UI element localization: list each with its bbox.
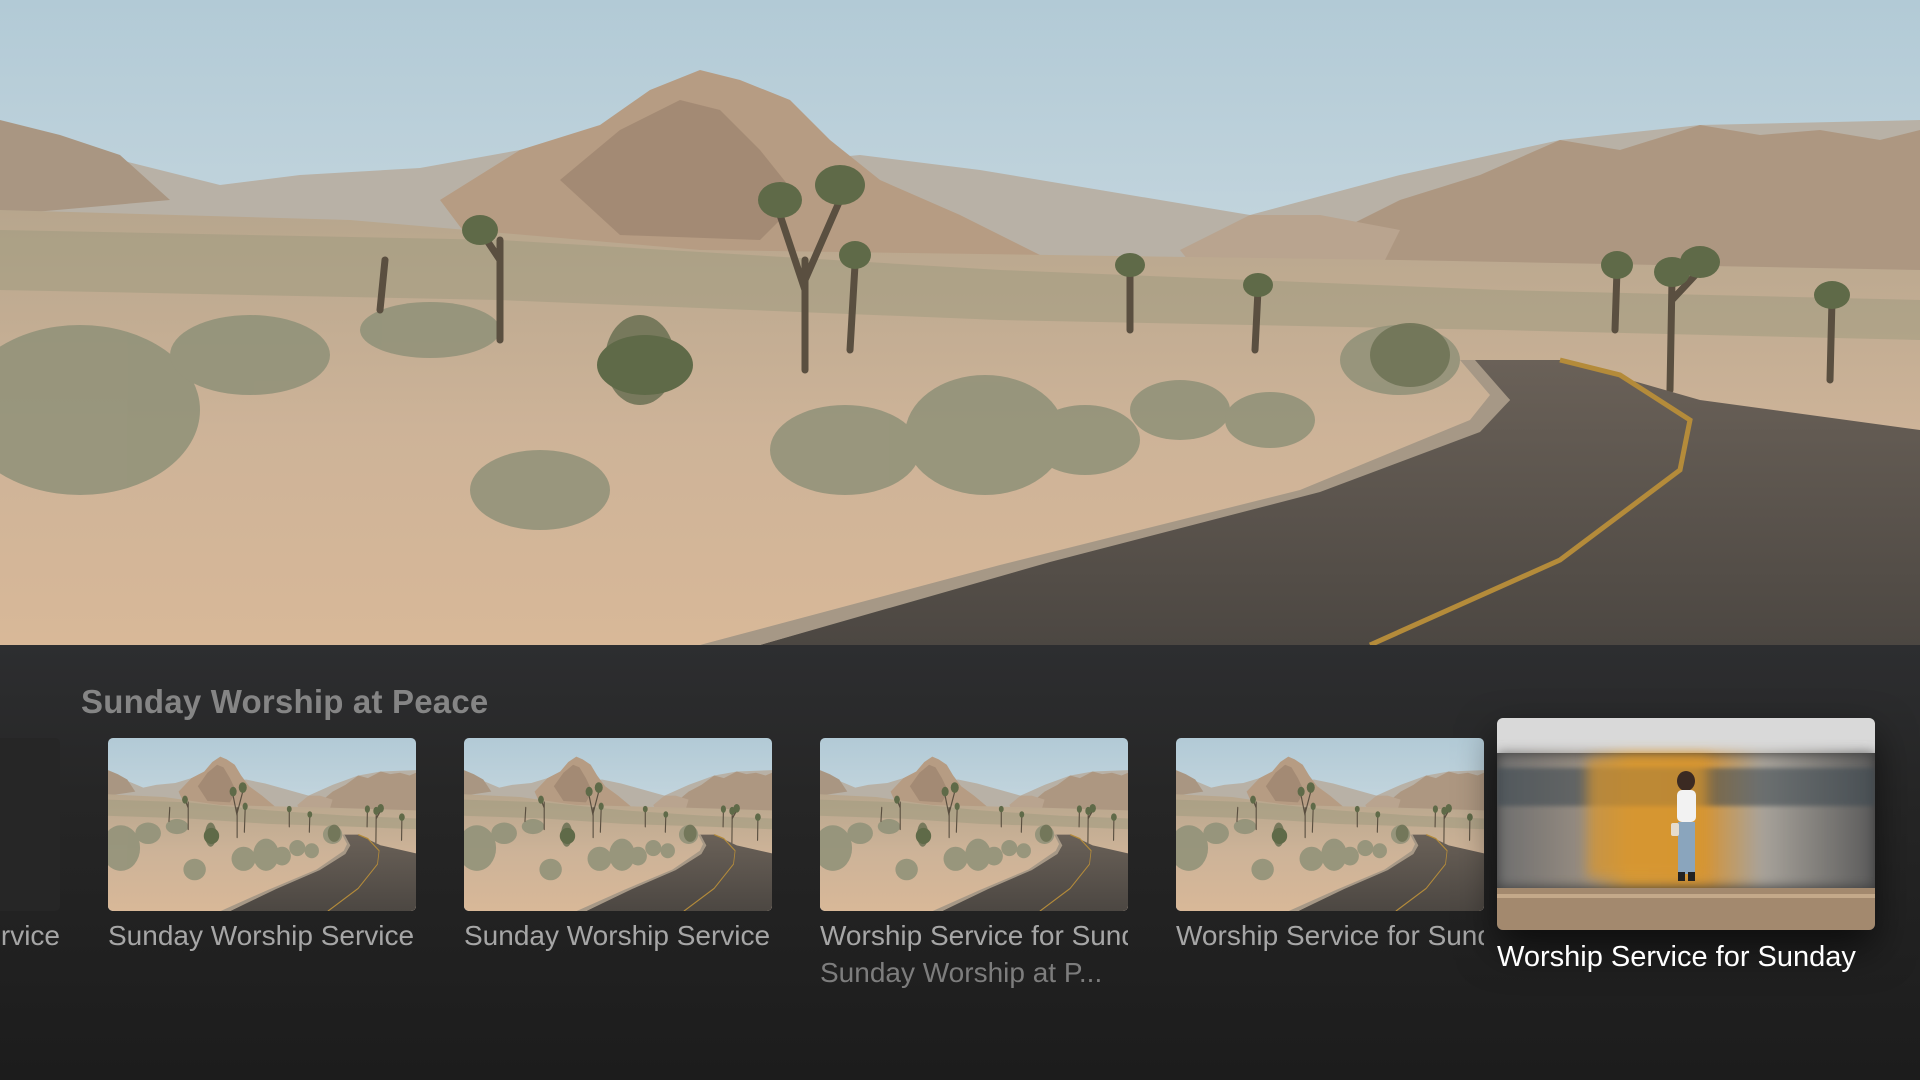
video-thumbnail bbox=[1176, 738, 1484, 911]
video-thumbnail bbox=[108, 738, 416, 911]
video-card-partial[interactable]: Sunday Worship Service bbox=[0, 738, 60, 954]
video-title: Worship Service for Sunday bbox=[820, 920, 1128, 951]
video-title: Sunday Worship Service bbox=[464, 920, 771, 951]
video-card[interactable]: Sunday Worship Service bbox=[108, 738, 416, 954]
video-card[interactable]: Worship Service for Sunday Sunday Worshi… bbox=[820, 738, 1128, 991]
video-subtitle: Sunday Worship at P... bbox=[820, 957, 1103, 988]
video-title: Worship Service for Sunday bbox=[1176, 920, 1484, 951]
video-title: Sunday Worship Service bbox=[108, 920, 415, 951]
video-title: Sunday Worship Service bbox=[0, 920, 60, 951]
content-shelf: Sunday Worship at Peace Sunday Worship S… bbox=[0, 645, 1920, 1080]
hero-image bbox=[0, 0, 1920, 645]
video-thumbnail bbox=[820, 738, 1128, 911]
hero-desert-road-image bbox=[0, 0, 1920, 645]
video-thumbnail bbox=[0, 738, 60, 911]
video-card-focused[interactable]: Worship Service for Sunday bbox=[1497, 718, 1875, 975]
video-card[interactable]: Worship Service for Sunday bbox=[1176, 738, 1484, 954]
tv-app-screen: Sunday Worship at Peace Sunday Worship S… bbox=[0, 0, 1920, 1080]
video-title: Worship Service for Sunday bbox=[1497, 941, 1856, 973]
video-card[interactable]: Sunday Worship Service bbox=[464, 738, 772, 954]
video-thumbnail bbox=[1497, 718, 1875, 930]
video-thumbnail bbox=[464, 738, 772, 911]
shelf-title: Sunday Worship at Peace bbox=[81, 683, 489, 720]
